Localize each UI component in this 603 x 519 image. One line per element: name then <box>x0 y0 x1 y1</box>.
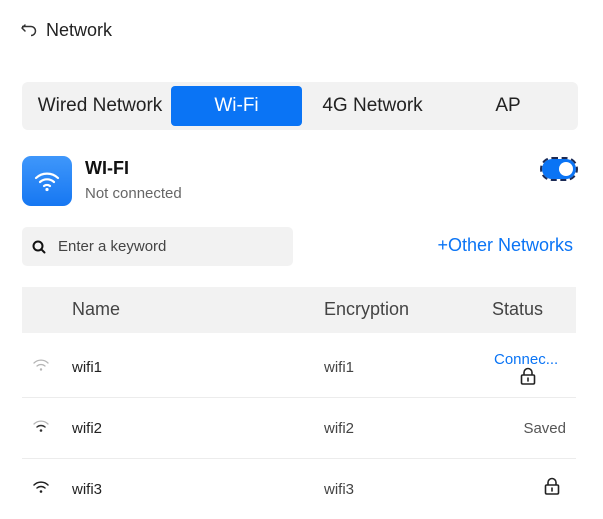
network-tabs: Wired Network Wi-Fi 4G Network AP <box>22 82 578 130</box>
tab-wired-network[interactable]: Wired Network <box>30 86 170 126</box>
network-status: Saved <box>523 420 566 437</box>
wifi-connection-status: Not connected <box>85 185 182 202</box>
search-icon <box>32 240 46 253</box>
table-row[interactable]: wifi3 wifi3 <box>22 459 576 519</box>
wifi-icon <box>22 156 72 206</box>
other-networks-link[interactable]: +Other Networks <box>437 235 573 256</box>
toggle-knob <box>559 162 573 176</box>
wifi-signal-weak-icon <box>33 359 49 371</box>
column-encryption: Encryption <box>324 299 410 319</box>
network-table-header: Name Encryption Status <box>22 287 576 333</box>
network-name: wifi2 <box>72 420 103 437</box>
wifi-signal-medium-icon <box>33 420 49 432</box>
tab-4g-network[interactable]: 4G Network <box>310 86 435 126</box>
table-row[interactable]: wifi1 wifi1 Connec... <box>22 337 576 398</box>
network-name: wifi1 <box>72 359 103 376</box>
wifi-toggle[interactable] <box>540 157 578 181</box>
network-encryption: wifi1 <box>324 359 355 376</box>
page-header: Network <box>20 17 112 43</box>
network-name: wifi3 <box>72 481 103 498</box>
tab-wifi[interactable]: Wi-Fi <box>171 86 302 126</box>
back-arrow-icon[interactable] <box>20 23 38 37</box>
network-encryption: wifi2 <box>324 420 355 437</box>
wifi-signal-strong-icon <box>33 481 49 493</box>
column-status: Status <box>492 299 544 319</box>
page-title: Network <box>46 19 113 40</box>
search-input[interactable] <box>56 237 280 256</box>
search-box <box>22 227 293 266</box>
tab-ap[interactable]: AP <box>462 86 554 126</box>
lock-icon <box>544 477 560 495</box>
table-row[interactable]: wifi2 wifi2 Saved <box>22 398 576 459</box>
column-name: Name <box>72 299 121 319</box>
network-encryption: wifi3 <box>324 481 355 498</box>
lock-icon <box>520 367 536 385</box>
network-status: Connec... <box>494 351 559 368</box>
wifi-title: WI-FI <box>85 158 129 178</box>
